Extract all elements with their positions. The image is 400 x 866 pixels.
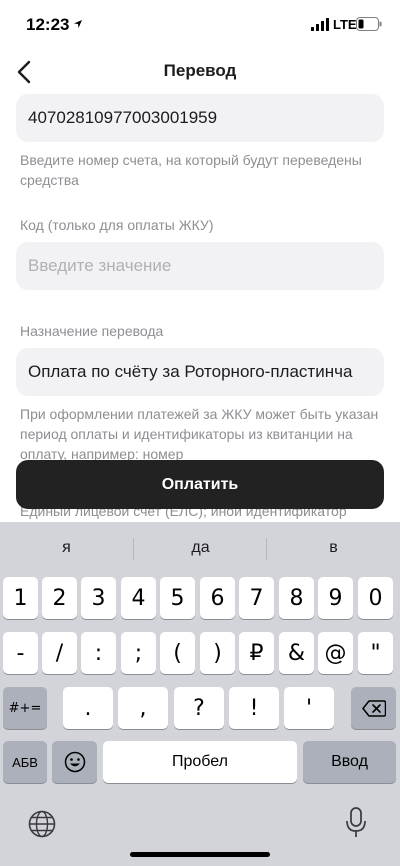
- key-symbol[interactable]: ;: [121, 632, 156, 674]
- layout-switch-key[interactable]: АБВ: [3, 741, 47, 783]
- status-time: 12:23: [26, 15, 70, 34]
- account-number-value: 40702810977003001959: [28, 108, 218, 127]
- key-punctuation[interactable]: .: [63, 687, 113, 729]
- purpose-hint: При оформлении платежей за ЖКУ может быт…: [20, 406, 379, 460]
- key-symbol[interactable]: &: [279, 632, 314, 674]
- key-symbol[interactable]: :: [81, 632, 116, 674]
- key-punctuation[interactable]: ,: [118, 687, 168, 729]
- key-digit[interactable]: 8: [279, 577, 314, 619]
- key-digit[interactable]: 0: [358, 577, 393, 619]
- key-digit[interactable]: 2: [42, 577, 77, 619]
- suggestion-3[interactable]: в: [267, 528, 400, 568]
- purpose-field[interactable]: Оплата по счёту за Роторного-пластинча: [16, 348, 384, 396]
- key-digit[interactable]: 5: [160, 577, 195, 619]
- key-digit[interactable]: 9: [318, 577, 353, 619]
- enter-key[interactable]: Ввод: [303, 741, 396, 783]
- purpose-label: Назначение перевода: [20, 323, 164, 339]
- key-punctuation[interactable]: ?: [174, 687, 224, 729]
- key-punctuation[interactable]: ': [284, 687, 334, 729]
- key-digit[interactable]: 1: [3, 577, 38, 619]
- emoji-key[interactable]: [52, 741, 97, 783]
- code-label: Код (только для оплаты ЖКУ): [20, 217, 214, 233]
- suggestion-bar: я да в: [0, 528, 400, 568]
- purpose-value: Оплата по счёту за Роторного-пластинча: [28, 362, 353, 381]
- key-digit[interactable]: 7: [239, 577, 274, 619]
- symbols-switch-key[interactable]: #+=: [3, 687, 47, 729]
- backspace-icon: [361, 699, 386, 717]
- suggestion-2[interactable]: да: [134, 528, 267, 568]
- key-symbol[interactable]: ": [358, 632, 393, 674]
- account-number-field[interactable]: 40702810977003001959: [16, 94, 384, 142]
- battery-icon: [356, 17, 382, 31]
- backspace-key[interactable]: [351, 687, 396, 729]
- account-number-hint: Введите номер счета, на который будут пе…: [20, 152, 362, 188]
- emoji-icon: [64, 751, 85, 773]
- key-symbol[interactable]: -: [3, 632, 38, 674]
- page-title: Перевод: [163, 61, 237, 80]
- signal-bars-icon: [311, 18, 329, 31]
- key-digit[interactable]: 4: [121, 577, 156, 619]
- microphone-icon[interactable]: [345, 807, 367, 839]
- suggestion-1[interactable]: я: [0, 528, 133, 568]
- globe-icon[interactable]: [27, 809, 57, 839]
- key-symbol[interactable]: (: [160, 632, 195, 674]
- key-symbol[interactable]: ): [200, 632, 235, 674]
- key-symbol[interactable]: @: [318, 632, 353, 674]
- code-field[interactable]: [16, 242, 384, 290]
- key-symbol[interactable]: ₽: [239, 632, 274, 674]
- key-digit[interactable]: 6: [200, 577, 235, 619]
- pay-button[interactable]: Оплатить: [16, 460, 384, 509]
- location-arrow-icon: [74, 20, 82, 28]
- key-punctuation[interactable]: !: [229, 687, 279, 729]
- status-bar: 12:23 LTE: [0, 0, 400, 50]
- code-input[interactable]: [28, 256, 372, 276]
- key-symbol[interactable]: /: [42, 632, 77, 674]
- network-type: LTE: [333, 17, 357, 32]
- purpose-hint-container: При оформлении платежей за ЖКУ может быт…: [20, 404, 382, 460]
- key-digit[interactable]: 3: [81, 577, 116, 619]
- space-key[interactable]: Пробел: [103, 741, 297, 783]
- home-indicator: [130, 852, 270, 857]
- nav-bar: Перевод: [0, 52, 400, 92]
- keyboard: я да в 1 2 3 4 5 6 7 8 9 0 - / : ; ( ) ₽…: [0, 522, 400, 866]
